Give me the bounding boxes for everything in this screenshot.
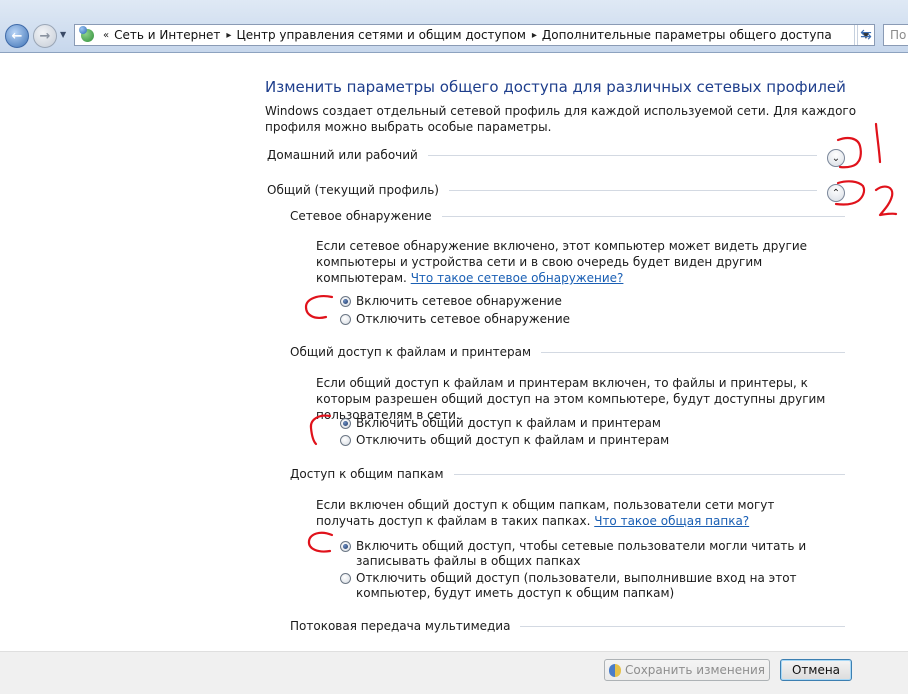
radio-button[interactable] <box>340 573 351 584</box>
breadcrumb-separator-icon[interactable]: ▸ <box>226 30 231 41</box>
radio-disable-file-sharing[interactable]: Отключить общий доступ к файлам и принте… <box>340 433 669 448</box>
public-folder-help-link[interactable]: Что такое общая папка? <box>594 514 749 528</box>
cancel-label: Отмена <box>791 663 841 677</box>
divider <box>427 154 817 156</box>
section-media-streaming[interactable]: Потоковая передача мультимедиа <box>290 619 845 633</box>
breadcrumb-separator-icon[interactable]: ▸ <box>532 30 537 41</box>
breadcrumb-advanced-sharing[interactable]: Дополнительные параметры общего доступа <box>542 28 832 42</box>
section-heading: Потоковая передача мультимедиа <box>290 619 511 633</box>
section-public-folders: Доступ к общим папкам <box>290 467 845 481</box>
search-input[interactable]: По <box>883 24 908 46</box>
section-heading: Доступ к общим папкам <box>290 467 444 481</box>
button-bar <box>0 651 908 694</box>
divider <box>448 189 817 191</box>
collapse-chevron-up-icon[interactable]: ⌃ <box>827 184 845 202</box>
divider <box>453 473 845 475</box>
radio-button-checked[interactable] <box>340 296 351 307</box>
profile-home-work-label: Домашний или рабочий <box>267 148 418 162</box>
radio-label: Включить общий доступ к файлам и принтер… <box>356 416 661 430</box>
radio-enable-discovery[interactable]: Включить сетевое обнаружение <box>340 294 562 309</box>
radio-button[interactable] <box>340 435 351 446</box>
radio-disable-discovery[interactable]: Отключить сетевое обнаружение <box>340 312 570 327</box>
forward-button[interactable]: → <box>33 24 57 48</box>
network-discovery-description: Если сетевое обнаружение включено, этот … <box>316 238 836 286</box>
public-folders-description: Если включен общий доступ к общим папкам… <box>316 497 836 529</box>
section-network-discovery: Сетевое обнаружение <box>290 209 845 223</box>
radio-button-checked[interactable] <box>340 418 351 429</box>
section-file-printer-sharing: Общий доступ к файлам и принтерам <box>290 345 845 359</box>
radio-label: Включить сетевое обнаружение <box>356 294 562 308</box>
radio-enable-public-folders[interactable]: Включить общий доступ, чтобы сетевые пол… <box>340 539 830 569</box>
expand-chevron-down-icon[interactable]: ⌄ <box>827 149 845 167</box>
profile-public-header[interactable]: Общий (текущий профиль) <box>267 183 817 197</box>
network-icon <box>79 26 97 44</box>
refresh-icon[interactable]: ⇆ <box>854 25 877 45</box>
profile-home-work-header[interactable]: Домашний или рабочий <box>267 148 817 162</box>
forward-arrow-icon: → <box>39 28 51 44</box>
chevron-left-double-icon[interactable]: « <box>103 30 109 41</box>
page-description: Windows создает отдельный сетевой профил… <box>265 104 857 134</box>
recent-pages-dropdown[interactable]: ▼ <box>60 30 66 39</box>
address-bar[interactable]: « Сеть и Интернет ▸ Центр управления сет… <box>74 24 875 46</box>
radio-label: Отключить сетевое обнаружение <box>356 312 571 326</box>
breadcrumb-network-internet[interactable]: Сеть и Интернет <box>114 28 220 42</box>
divider <box>441 215 845 217</box>
radio-label: Включить общий доступ, чтобы сетевые пол… <box>356 539 807 568</box>
radio-label: Отключить общий доступ к файлам и принте… <box>356 433 670 447</box>
page-title: Изменить параметры общего доступа для ра… <box>265 78 846 96</box>
radio-enable-file-sharing[interactable]: Включить общий доступ к файлам и принтер… <box>340 416 661 431</box>
radio-button-checked[interactable] <box>340 541 351 552</box>
back-button[interactable]: ← <box>5 24 29 48</box>
radio-disable-public-folders[interactable]: Отключить общий доступ (пользователи, вы… <box>340 571 830 601</box>
divider <box>541 351 845 353</box>
section-heading: Общий доступ к файлам и принтерам <box>290 345 532 359</box>
profile-public-label: Общий (текущий профиль) <box>267 183 439 197</box>
uac-shield-icon <box>608 663 621 677</box>
save-changes-button[interactable]: Сохранить изменения <box>604 659 770 681</box>
cancel-button[interactable]: Отмена <box>780 659 852 681</box>
divider <box>520 625 845 627</box>
breadcrumb-network-center[interactable]: Центр управления сетями и общим доступом <box>236 28 525 42</box>
save-changes-label: Сохранить изменения <box>624 663 766 677</box>
back-arrow-icon: ← <box>11 28 23 44</box>
network-discovery-help-link[interactable]: Что такое сетевое обнаружение? <box>411 271 624 285</box>
radio-button[interactable] <box>340 314 351 325</box>
radio-label: Отключить общий доступ (пользователи, вы… <box>356 571 797 600</box>
section-heading: Сетевое обнаружение <box>290 209 432 223</box>
address-toolbar: ← → ▼ « Сеть и Интернет ▸ Центр управлен… <box>0 0 908 53</box>
content-pane: Изменить параметры общего доступа для ра… <box>0 53 908 693</box>
